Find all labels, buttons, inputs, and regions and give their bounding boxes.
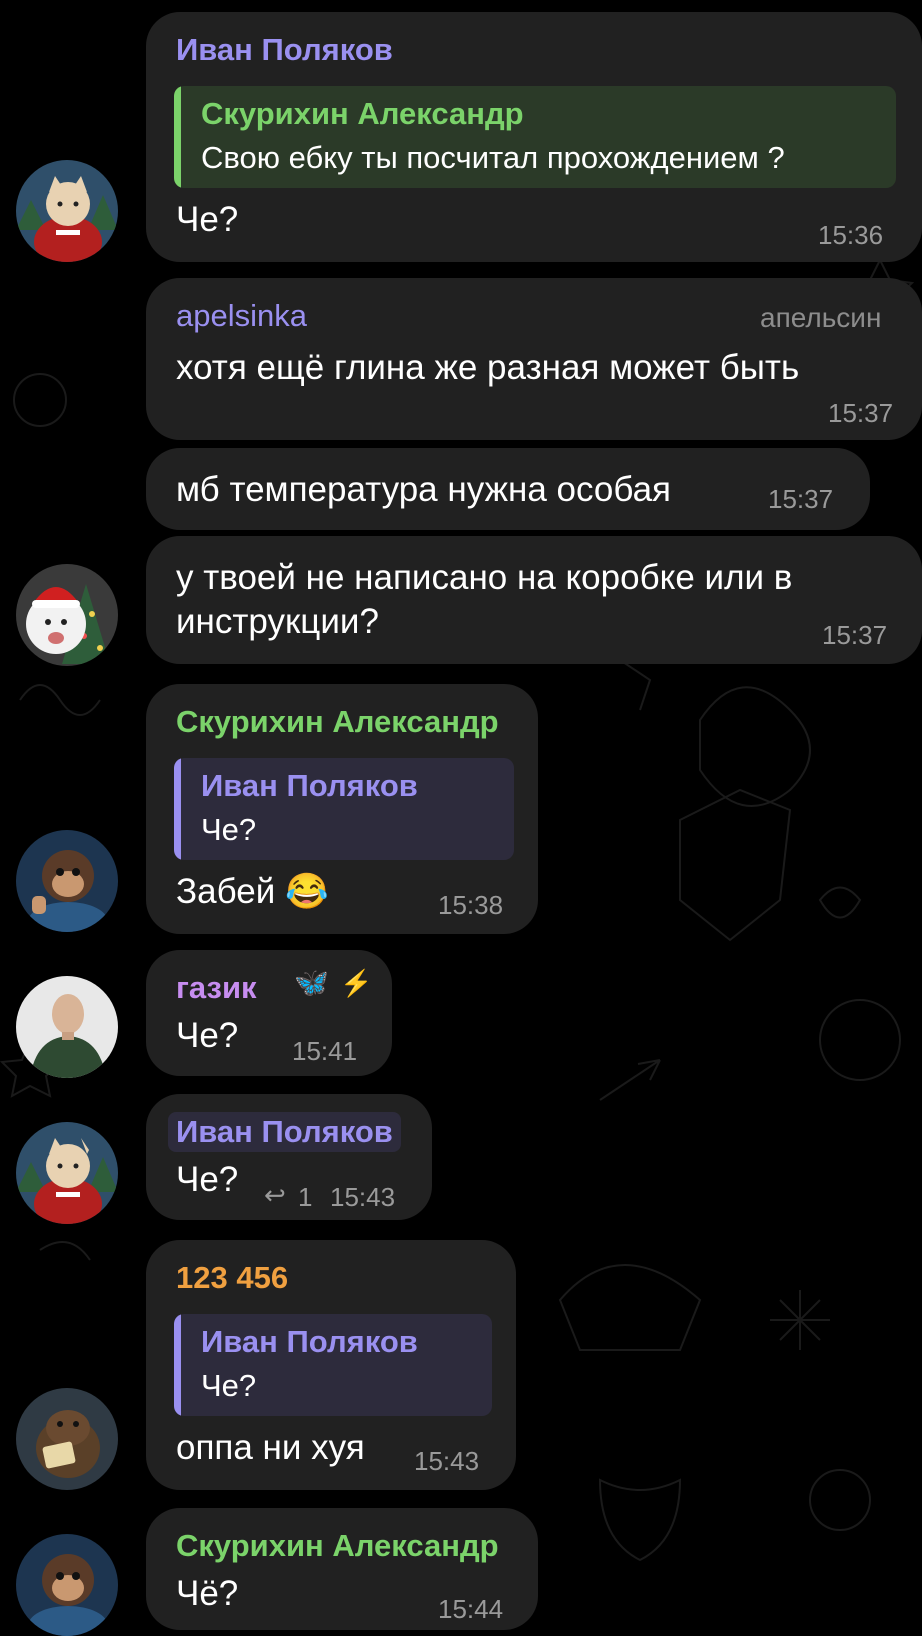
reply-arrow-icon[interactable]: ↩ bbox=[264, 1180, 286, 1211]
quote-text: Че? bbox=[201, 1368, 257, 1403]
lightning-badge-icon: ⚡ bbox=[340, 968, 373, 998]
sender-name[interactable]: apelsinka bbox=[176, 298, 307, 334]
message-text: у твоей не написано на коробке или в bbox=[176, 558, 793, 597]
message-text: Забей 😂 bbox=[176, 872, 329, 911]
message-text: Че? bbox=[176, 1016, 239, 1055]
message-bubble[interactable]: 123 456 Иван Поляков Че? оппа ни хуя 15:… bbox=[146, 1240, 516, 1490]
reply-quote[interactable]: Скурихин Александр Свою ебку ты посчитал… bbox=[174, 86, 896, 188]
message-time: 15:37 bbox=[768, 484, 834, 514]
message-text: инструкции? bbox=[176, 602, 379, 641]
message-text: оппа ни хуя bbox=[176, 1428, 365, 1467]
message-bubble[interactable]: газик 🦋 ⚡ Че? 15:41 bbox=[146, 950, 392, 1076]
quote-text: Че? bbox=[201, 812, 257, 847]
message-text: мб температура нужна особая bbox=[176, 470, 672, 509]
member-role-label: апельсин bbox=[760, 302, 882, 333]
chimp-astronaut-avatar[interactable] bbox=[16, 830, 118, 932]
reply-quote[interactable]: Иван Поляков Че? bbox=[174, 758, 514, 860]
reply-count[interactable]: 1 bbox=[298, 1182, 312, 1213]
message-time: 15:44 bbox=[438, 1594, 504, 1624]
chimp-astronaut-avatar[interactable] bbox=[16, 1534, 118, 1636]
sender-name[interactable]: Скурихин Александр bbox=[176, 704, 499, 740]
sender-name[interactable]: Скурихин Александр bbox=[176, 1528, 499, 1564]
message-time: 15:38 bbox=[438, 890, 504, 920]
message-bubble[interactable]: Скурихин Александр Иван Поляков Че? Забе… bbox=[146, 684, 538, 934]
sender-name[interactable]: газик bbox=[176, 970, 257, 1006]
sender-name[interactable]: 123 456 bbox=[176, 1260, 288, 1296]
message-text: Чё? bbox=[176, 1574, 239, 1613]
quote-sender-name: Иван Поляков bbox=[201, 768, 418, 803]
butterfly-emoji-status-icon: 🦋 bbox=[294, 967, 329, 998]
sender-name[interactable]: Иван Поляков bbox=[168, 1112, 401, 1152]
cat-santa-avatar[interactable] bbox=[16, 160, 118, 262]
message-bubble[interactable]: Скурихин Александр Чё? 15:44 bbox=[146, 1508, 538, 1630]
message-text: Че? bbox=[176, 200, 239, 239]
message-time: 15:36 bbox=[818, 220, 884, 250]
message-bubble[interactable]: apelsinka апельсин хотя ещё глина же раз… bbox=[146, 278, 922, 440]
message-text: хотя ещё глина же разная может быть bbox=[176, 348, 800, 387]
message-time: 15:43 bbox=[330, 1182, 396, 1212]
message-text: Че? bbox=[176, 1160, 239, 1199]
message-time: 15:37 bbox=[822, 620, 888, 650]
message-time: 15:37 bbox=[828, 398, 894, 428]
sender-name[interactable]: Иван Поляков bbox=[176, 32, 393, 68]
quote-sender-name: Скурихин Александр bbox=[201, 96, 524, 131]
message-time: 15:43 bbox=[414, 1446, 480, 1476]
message-bubble[interactable]: Иван Поляков Скурихин Александр Свою ебк… bbox=[146, 12, 922, 262]
white-cat-christmas-avatar[interactable] bbox=[16, 564, 118, 666]
message-bubble[interactable]: Иван Поляков Че? ↩ 1 15:43 bbox=[146, 1094, 432, 1220]
quote-text: Свою ебку ты посчитал прохождением ? bbox=[201, 140, 785, 175]
message-time: 15:41 bbox=[292, 1036, 358, 1066]
otter-avatar[interactable] bbox=[16, 1388, 118, 1490]
bald-man-avatar[interactable] bbox=[16, 976, 118, 1078]
message-bubble[interactable]: у твоей не написано на коробке или в инс… bbox=[146, 536, 922, 664]
quote-sender-name: Иван Поляков bbox=[201, 1324, 418, 1359]
cat-santa-avatar[interactable] bbox=[16, 1122, 118, 1224]
reply-quote[interactable]: Иван Поляков Че? bbox=[174, 1314, 492, 1416]
message-bubble[interactable]: мб температура нужна особая 15:37 bbox=[146, 448, 870, 530]
